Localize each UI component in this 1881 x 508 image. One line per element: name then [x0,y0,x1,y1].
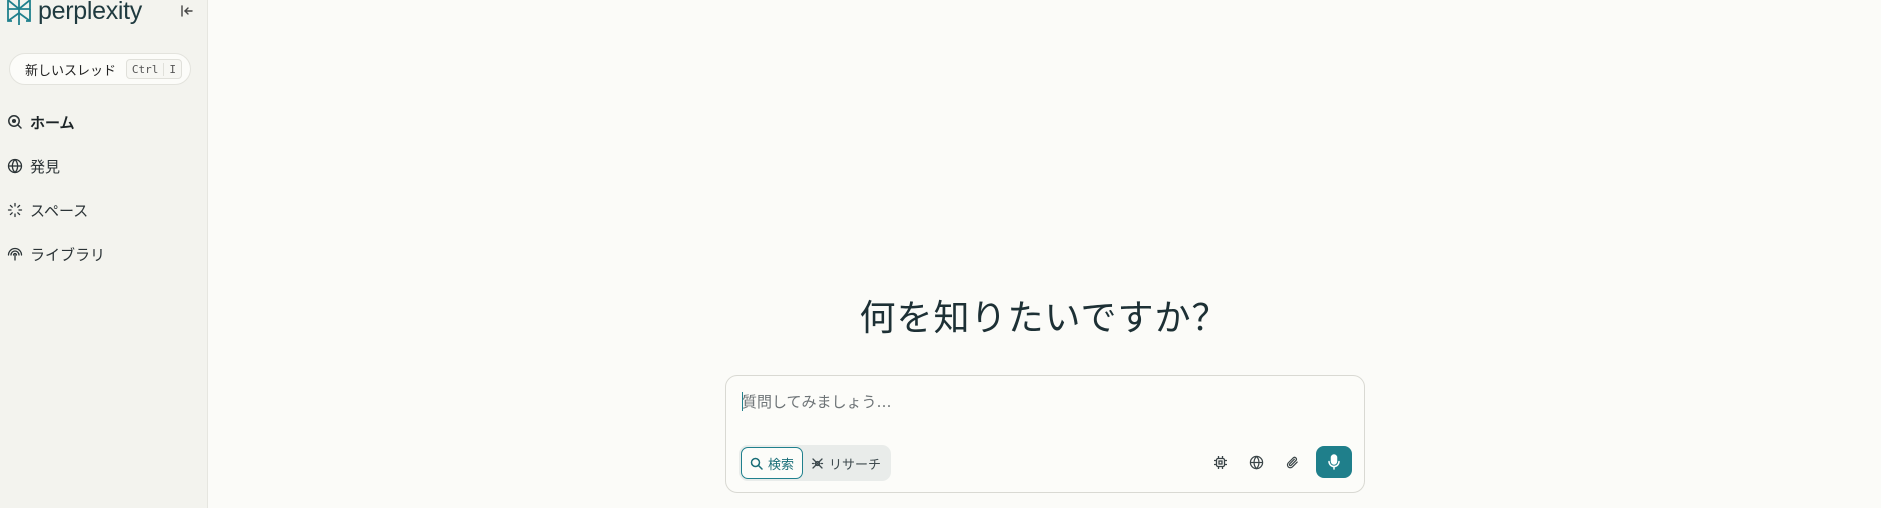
mode-search-button[interactable]: 検索 [741,447,804,479]
model-select-button[interactable] [1206,448,1234,476]
globe-icon [6,157,24,175]
attach-button[interactable] [1278,448,1306,476]
sidebar-item-spaces[interactable]: スペース [6,198,201,222]
sidebar-item-home[interactable]: ホーム [6,110,201,134]
shortcut-key-ctrl: Ctrl [131,62,159,76]
search-input[interactable] [742,390,1342,414]
voice-input-button[interactable] [1316,446,1352,478]
sidebar-item-library[interactable]: ライブラリ [6,242,201,266]
mode-research-button[interactable]: リサーチ [803,447,889,479]
sidebar-item-label: 発見 [30,157,61,176]
perplexity-logo-icon [7,0,31,25]
collapse-icon [181,5,193,17]
library-icon [6,245,24,263]
logo[interactable]: perplexity [6,0,142,26]
sparkle-icon [6,201,24,219]
research-icon [811,457,824,470]
shortcut-key-i: I [163,62,181,76]
sidebar-item-label: ライブラリ [30,245,106,264]
collapse-sidebar-button[interactable] [178,2,196,20]
mode-toggle: 検索 リサーチ [739,445,892,481]
sidebar: perplexity 新しいスレッド Ctrl I ホーム 発見 スペース ライ… [0,0,208,508]
model-chip-icon [1213,455,1227,469]
search-circle-icon [6,113,24,131]
microphone-icon [1328,454,1340,470]
sidebar-item-label: ホーム [30,113,75,132]
shortcut-badge: Ctrl I [125,59,182,79]
new-thread-label: 新しいスレッド [25,63,117,79]
text-caret [742,392,743,411]
sidebar-item-label: スペース [30,201,89,220]
composer-tools [1198,446,1352,478]
sidebar-nav: ホーム 発見 スペース ライブラリ [6,110,201,286]
mode-search-label: 検索 [768,457,795,473]
page-title: 何を知りたいですか？ [859,298,1229,339]
composer: 検索 リサーチ [725,375,1365,493]
sidebar-item-discover[interactable]: 発見 [6,154,201,178]
globe-icon [1249,455,1263,469]
new-thread-button[interactable]: 新しいスレッド Ctrl I [9,53,191,85]
paperclip-icon [1286,456,1298,468]
logo-wordmark: perplexity [38,0,142,25]
search-icon [750,457,763,470]
sources-button[interactable] [1242,448,1270,476]
mode-research-label: リサーチ [829,457,882,473]
